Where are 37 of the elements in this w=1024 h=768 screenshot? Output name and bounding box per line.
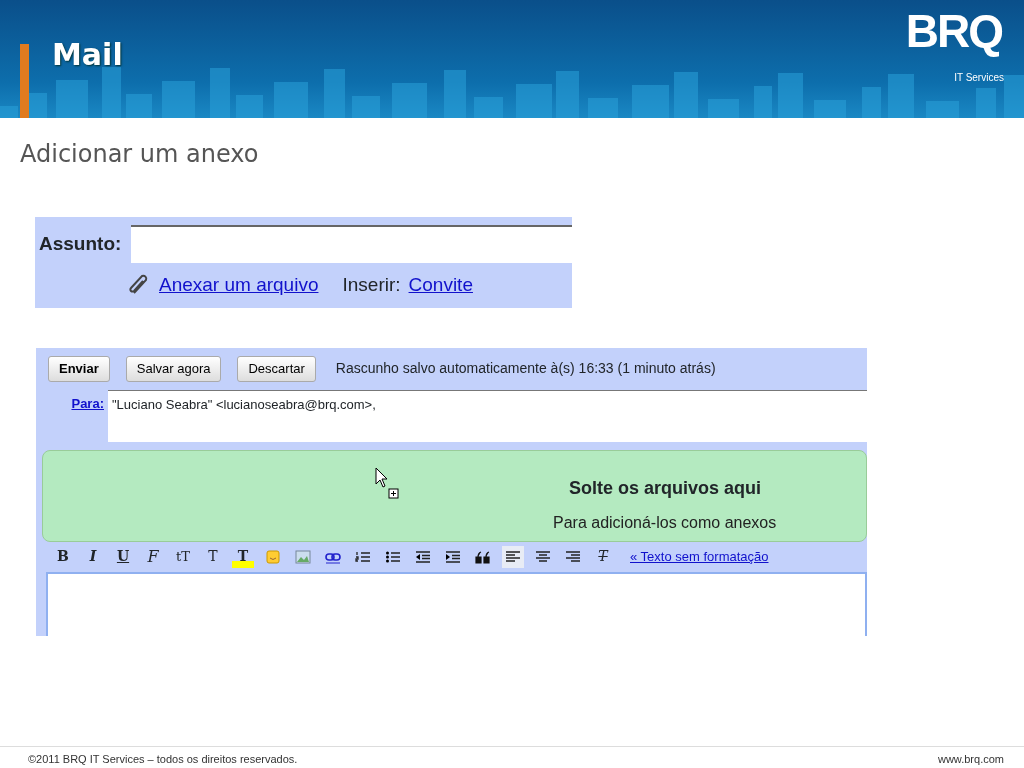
outdent-icon <box>415 548 431 565</box>
invite-link[interactable]: Convite <box>408 271 473 300</box>
subject-label: Assunto: <box>38 231 123 256</box>
align-left-button[interactable] <box>502 545 524 568</box>
italic-button[interactable]: I <box>82 545 104 568</box>
draft-status: Rascunho salvo automaticamente à(s) 16:33 (1 minuto atrás) <box>335 359 716 379</box>
drop-zone-title: Solte os arquivos aqui <box>569 476 762 500</box>
message-body-field[interactable] <box>46 571 867 636</box>
underline-button[interactable]: U <box>112 545 134 568</box>
drop-zone-subtitle: Para adicioná-los como anexos <box>553 512 777 533</box>
align-left-icon <box>505 548 521 565</box>
drag-cursor-icon <box>375 466 401 501</box>
plain-text-link[interactable]: « Texto sem formatação <box>630 546 769 567</box>
clear-formatting-button[interactable]: T <box>592 545 614 568</box>
indent-icon <box>445 548 461 565</box>
action-button[interactable]: Descartar <box>237 356 316 382</box>
action-button[interactable]: Salvar agora <box>125 356 222 382</box>
send-button[interactable]: Enviar <box>48 356 110 382</box>
logo-subtitle: IT Services <box>954 71 1004 85</box>
text-color-button[interactable]: T <box>202 545 224 568</box>
bold-button[interactable]: B <box>52 545 74 568</box>
smiley-icon <box>265 548 281 565</box>
website-text: www.brq.com <box>937 752 1004 767</box>
font-size-button[interactable]: tT <box>172 545 194 568</box>
align-center-icon <box>535 548 551 565</box>
slide-heading: Adicionar um anexo <box>20 140 259 169</box>
highlight-button[interactable]: T <box>232 545 254 568</box>
copyright-text: ©2011 BRQ IT Services – todos os direitos reservados. <box>28 752 298 767</box>
slide-title: Mail <box>52 36 123 74</box>
insert-label: Inserir: <box>342 273 401 297</box>
to-link[interactable]: Para: <box>48 393 108 442</box>
subject-field[interactable] <box>131 225 572 263</box>
attach-file-link[interactable]: Anexar um arquivo <box>159 271 319 300</box>
align-right-icon <box>565 548 581 565</box>
to-field[interactable]: "Luciano Seabra" <lucianoseabra@brq.com>, <box>108 389 867 442</box>
font-button[interactable]: F <box>142 545 164 568</box>
image-icon <box>295 548 311 565</box>
